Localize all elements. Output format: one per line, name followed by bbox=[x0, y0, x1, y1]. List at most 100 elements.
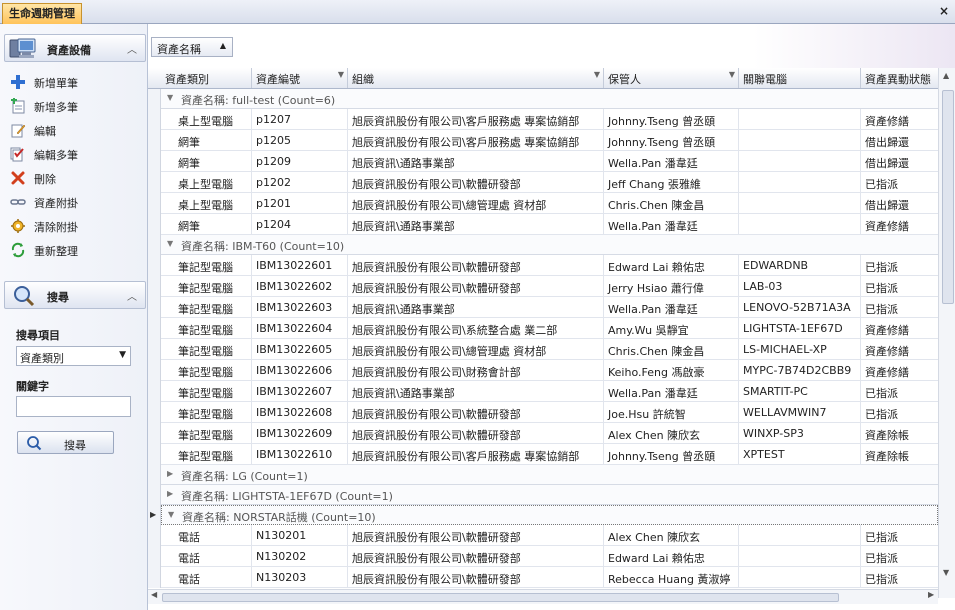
table-row[interactable]: 桌上型電腦 p1207 旭辰資訊股份有限公司\客戶服務處 專案協銷部 Johnny.T… bbox=[161, 109, 951, 130]
table-row[interactable]: 筆記型電腦 IBM13022607 旭辰資訊\通路事業部 Wella.Pan 潘韋廷 S… bbox=[161, 381, 951, 402]
table-row[interactable]: 筆記型電腦 IBM13022610 旭辰資訊股份有限公司\客戶服務處 專案協銷部 Jo… bbox=[161, 444, 951, 465]
sidebar-item-refresh[interactable]: 重新整理 bbox=[8, 240, 144, 260]
row-selector[interactable] bbox=[148, 193, 161, 214]
row-selector[interactable] bbox=[148, 172, 161, 193]
expand-icon[interactable]: ▶ bbox=[167, 469, 173, 478]
filter-icon[interactable]: ▼ bbox=[729, 70, 735, 79]
sidebar-item-add-multiple[interactable]: 新增多筆 bbox=[8, 96, 144, 116]
group-row[interactable]: ▶ 資產名稱: LIGHTSTA-1EF67D (Count=1) bbox=[161, 485, 938, 505]
row-selector[interactable] bbox=[148, 485, 161, 505]
chevron-up-icon[interactable]: ︿ bbox=[127, 288, 137, 303]
scroll-left-icon[interactable]: ◀ bbox=[151, 590, 157, 599]
group-row[interactable]: ▼ 資產名稱: IBM-T60 (Count=10) bbox=[161, 235, 938, 255]
table-row[interactable]: 筆記型電腦 IBM13022605 旭辰資訊股份有限公司\總管理處 資材部 Chris… bbox=[161, 339, 951, 360]
row-selector[interactable] bbox=[148, 297, 161, 318]
cell-text: Johnny.Tseng 曾丞頤 bbox=[608, 136, 716, 149]
sidebar-item-delete[interactable]: 刪除 bbox=[8, 168, 144, 188]
header-col-organization[interactable]: 組織 ▼ bbox=[348, 68, 604, 88]
cell-linked-computer bbox=[739, 567, 861, 588]
scroll-down-icon[interactable]: ▼ bbox=[943, 568, 949, 577]
header-col-asset-number[interactable]: 資產編號 ▼ bbox=[252, 68, 348, 88]
cell-organization: 旭辰資訊\通路事業部 bbox=[348, 151, 604, 172]
table-row[interactable]: 電話 N130202 旭辰資訊股份有限公司\軟體研發部 Edward Lai 賴佑忠 已… bbox=[161, 546, 951, 567]
collapse-icon[interactable]: ▼ bbox=[167, 93, 173, 102]
table-row[interactable]: 網筆 p1205 旭辰資訊股份有限公司\客戶服務處 專案協銷部 Johnny.Tsen… bbox=[161, 130, 951, 151]
cell-asset-number: N130202 bbox=[252, 546, 348, 567]
vertical-scroll-thumb[interactable] bbox=[942, 90, 954, 304]
keyword-input[interactable] bbox=[16, 396, 131, 417]
row-selector[interactable] bbox=[148, 151, 161, 172]
row-selector[interactable] bbox=[148, 444, 161, 465]
table-row[interactable]: 電話 N130201 旭辰資訊股份有限公司\軟體研發部 Alex Chen 陳欣玄 已指… bbox=[161, 525, 951, 546]
search-button[interactable]: 搜尋 bbox=[17, 431, 114, 454]
sidebar-item-detach[interactable]: 清除附掛 bbox=[8, 216, 144, 236]
collapse-icon[interactable]: ▼ bbox=[168, 510, 174, 519]
row-selector[interactable] bbox=[148, 360, 161, 381]
row-selector[interactable] bbox=[148, 255, 161, 276]
group-row[interactable]: ▼ 資產名稱: full-test (Count=6) bbox=[161, 89, 938, 109]
table-row[interactable]: 桌上型電腦 p1202 旭辰資訊股份有限公司\軟體研發部 Jeff Chang 張雅維… bbox=[161, 172, 951, 193]
sidebar-item-attach[interactable]: 資產附掛 bbox=[8, 192, 144, 212]
delete-icon bbox=[11, 171, 25, 185]
header-col-asset-category[interactable]: 資產類別 bbox=[161, 68, 252, 88]
cell-custodian: Wella.Pan 潘韋廷 bbox=[604, 381, 739, 402]
table-row[interactable]: 桌上型電腦 p1201 旭辰資訊股份有限公司\總管理處 資材部 Chris.Chen … bbox=[161, 193, 951, 214]
search-item-select[interactable]: 資產類別 ▼ bbox=[16, 346, 131, 366]
table-row[interactable]: 筆記型電腦 IBM13022604 旭辰資訊股份有限公司\系統整合處 業二部 Amy.… bbox=[161, 318, 951, 339]
table-row[interactable]: 筆記型電腦 IBM13022602 旭辰資訊股份有限公司\軟體研發部 Jerry Hs… bbox=[161, 276, 951, 297]
row-selector[interactable] bbox=[148, 423, 161, 444]
header-col-custodian[interactable]: 保管人 ▼ bbox=[604, 68, 739, 88]
cell-asset-category: 筆記型電腦 bbox=[174, 318, 252, 339]
row-selector[interactable] bbox=[148, 567, 161, 588]
vertical-scrollbar[interactable]: ▲ ▼ bbox=[938, 68, 955, 598]
row-selector[interactable] bbox=[148, 89, 161, 109]
expand-icon[interactable]: ▶ bbox=[167, 489, 173, 498]
row-selector[interactable] bbox=[148, 402, 161, 423]
horizontal-scrollbar[interactable]: ◀ ▶ bbox=[148, 589, 938, 604]
asset-equipment-group-header[interactable]: 資產設備 ︿ bbox=[4, 34, 146, 62]
row-selector[interactable] bbox=[148, 318, 161, 339]
table-row[interactable]: 筆記型電腦 IBM13022606 旭辰資訊股份有限公司\財務會計部 Keiho.Fe… bbox=[161, 360, 951, 381]
chevron-up-icon[interactable]: ︿ bbox=[127, 41, 137, 56]
row-selector[interactable] bbox=[148, 339, 161, 360]
sidebar-item-add-single[interactable]: 新增單筆 bbox=[8, 72, 144, 92]
group-row[interactable]: ▶ 資產名稱: LG (Count=1) bbox=[161, 465, 938, 485]
row-selector[interactable] bbox=[148, 130, 161, 151]
scroll-up-icon[interactable]: ▲ bbox=[943, 71, 949, 80]
filter-icon[interactable]: ▼ bbox=[338, 70, 344, 79]
collapse-icon[interactable]: ▼ bbox=[167, 239, 173, 248]
horizontal-scroll-thumb[interactable] bbox=[162, 593, 839, 602]
tab-lifecycle-management[interactable]: 生命週期管理 bbox=[2, 3, 82, 24]
cell-organization: 旭辰資訊股份有限公司\客戶服務處 專案協銷部 bbox=[348, 444, 604, 465]
table-row[interactable]: 筆記型電腦 IBM13022601 旭辰資訊股份有限公司\軟體研發部 Edward L… bbox=[161, 255, 951, 276]
row-selector[interactable] bbox=[148, 235, 161, 255]
sidebar-item-edit-multiple[interactable]: 編輯多筆 bbox=[8, 144, 144, 164]
sidebar-item-edit[interactable]: 編輯 bbox=[8, 120, 144, 140]
row-selector[interactable] bbox=[148, 276, 161, 297]
row-selector[interactable] bbox=[148, 546, 161, 567]
header-col-linked-computer[interactable]: 關聯電腦 bbox=[739, 68, 861, 88]
table-row[interactable]: 筆記型電腦 IBM13022603 旭辰資訊\通路事業部 Wella.Pan 潘韋廷 L… bbox=[161, 297, 951, 318]
row-selector[interactable] bbox=[148, 214, 161, 235]
row-selector[interactable] bbox=[148, 381, 161, 402]
row-selector[interactable] bbox=[148, 465, 161, 485]
close-icon[interactable]: × bbox=[939, 4, 949, 18]
cell-text: SMARTIT-PC bbox=[743, 385, 808, 398]
table-row[interactable]: 筆記型電腦 IBM13022609 旭辰資訊股份有限公司\軟體研發部 Alex Che… bbox=[161, 423, 951, 444]
cell-text: LENOVO-52B71A3A bbox=[743, 301, 851, 314]
cell-organization: 旭辰資訊\通路事業部 bbox=[348, 297, 604, 318]
cell-text: 電話 bbox=[178, 531, 200, 544]
search-group-header[interactable]: 搜尋 ︿ bbox=[4, 281, 146, 309]
group-row[interactable]: ▼ 資產名稱: NORSTAR話機 (Count=10) bbox=[161, 505, 938, 525]
row-selector[interactable] bbox=[148, 525, 161, 546]
table-row[interactable]: 網筆 p1209 旭辰資訊\通路事業部 Wella.Pan 潘韋廷 借出歸還 bbox=[161, 151, 951, 172]
scroll-right-icon[interactable]: ▶ bbox=[928, 590, 934, 599]
row-selector[interactable] bbox=[148, 109, 161, 130]
table-row[interactable]: 筆記型電腦 IBM13022608 旭辰資訊股份有限公司\軟體研發部 Joe.Hsu … bbox=[161, 402, 951, 423]
group-by-asset-name-chip[interactable]: 資產名稱 ▲ bbox=[151, 37, 233, 57]
cell-text: 旭辰資訊\通路事業部 bbox=[352, 157, 455, 170]
table-row[interactable]: 網筆 p1204 旭辰資訊\通路事業部 Wella.Pan 潘韋廷 資產修繕 bbox=[161, 214, 951, 235]
filter-icon[interactable]: ▼ bbox=[594, 70, 600, 79]
cell-text: 旭辰資訊股份有限公司\客戶服務處 專案協銷部 bbox=[352, 450, 580, 463]
table-row[interactable]: 電話 N130203 旭辰資訊股份有限公司\軟體研發部 Rebecca Huang 黃… bbox=[161, 567, 951, 588]
